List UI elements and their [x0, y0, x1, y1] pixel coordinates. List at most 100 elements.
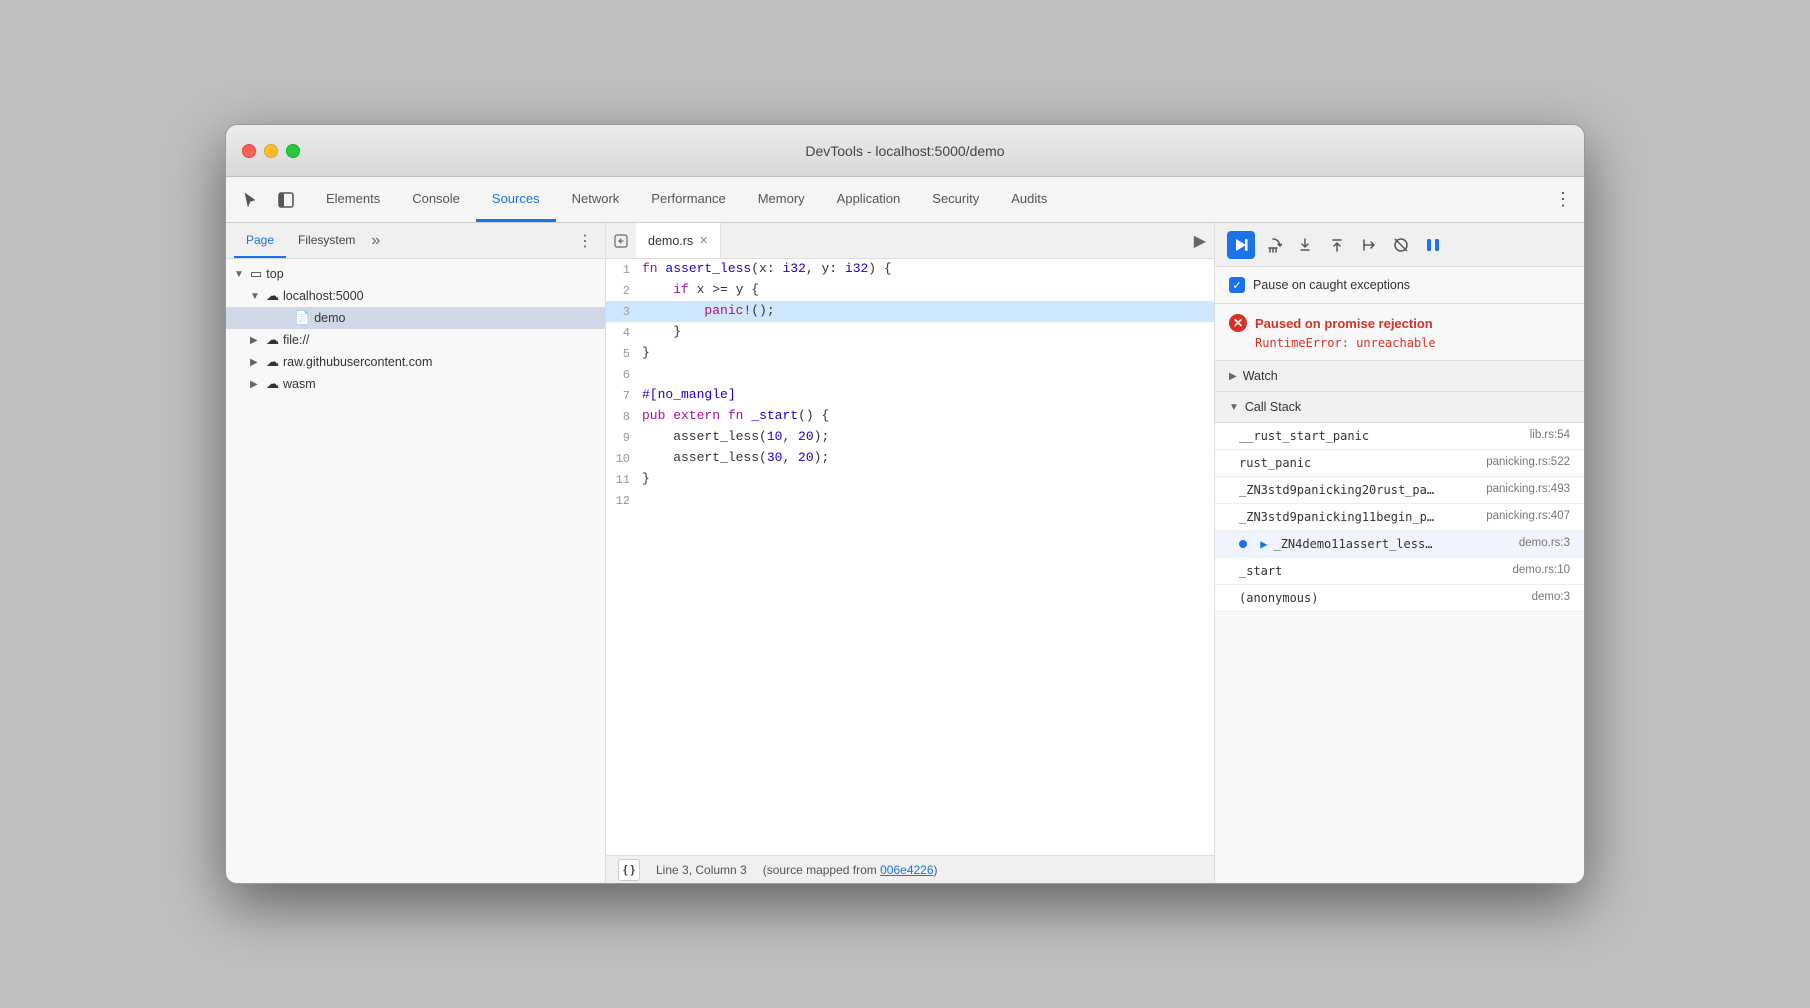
format-button[interactable]: { } — [618, 859, 640, 881]
tab-console[interactable]: Console — [396, 177, 476, 222]
devtools-window: DevTools - localhost:5000/demo Elements … — [225, 124, 1585, 884]
titlebar: DevTools - localhost:5000/demo — [226, 125, 1584, 177]
editor-tabs: demo.rs ✕ ▶ — [606, 223, 1214, 259]
step-out-button[interactable] — [1323, 231, 1351, 259]
more-left-tabs-button[interactable]: » — [371, 232, 380, 250]
file-tree: ▼ ▭ top ▼ ☁ localhost:5000 ▶ 📄 demo — [226, 259, 605, 883]
tree-item-wasm[interactable]: ▶ ☁ wasm — [226, 373, 605, 395]
status-mapped: (source mapped from 006e4226) — [763, 863, 938, 877]
tree-icon-file: ☁ — [266, 332, 279, 348]
resume-button[interactable] — [1227, 231, 1255, 259]
editor-nav-back[interactable] — [606, 234, 636, 248]
tree-arrow-localhost: ▼ — [250, 291, 262, 302]
main-tabbar: Elements Console Sources Network Perform… — [226, 177, 1584, 223]
tree-item-localhost[interactable]: ▼ ☁ localhost:5000 — [226, 285, 605, 307]
tab-page[interactable]: Page — [234, 223, 286, 258]
maximize-button[interactable] — [286, 144, 300, 158]
call-stack-item-5[interactable]: _start demo.rs:10 — [1215, 558, 1584, 585]
call-stack-item-2[interactable]: _ZN3std9panicking20rust_pani... panickin… — [1215, 477, 1584, 504]
status-position: Line 3, Column 3 — [656, 863, 747, 877]
pause-button[interactable] — [1419, 231, 1447, 259]
call-stack-item-1[interactable]: rust_panic panicking.rs:522 — [1215, 450, 1584, 477]
tree-icon-demo: 📄 — [294, 310, 310, 326]
paused-title: ✕ Paused on promise rejection — [1229, 314, 1570, 332]
call-stack-item-4[interactable]: ▶_ZN4demo11assert_less17hc8... demo.rs:3 — [1215, 531, 1584, 558]
deactivate-button[interactable] — [1387, 231, 1415, 259]
tab-audits[interactable]: Audits — [995, 177, 1063, 222]
tree-icon-top: ▭ — [250, 266, 262, 282]
code-line-3: 3 panic!(); — [606, 301, 1214, 322]
code-line-6: 6 — [606, 364, 1214, 385]
tab-memory[interactable]: Memory — [742, 177, 821, 222]
code-line-9: 9 assert_less(10, 20); — [606, 427, 1214, 448]
call-stack-section-header[interactable]: ▼ Call Stack — [1215, 392, 1584, 423]
call-stack-item-6[interactable]: (anonymous) demo:3 — [1215, 585, 1584, 612]
main-area: Page Filesystem » ⋮ ▼ ▭ top ▼ ☁ — [226, 223, 1584, 883]
code-editor[interactable]: 1 fn assert_less(x: i32, y: i32) { 2 if … — [606, 259, 1214, 855]
call-stack-item-3[interactable]: _ZN3std9panicking11begin_pa... panicking… — [1215, 504, 1584, 531]
step-button[interactable] — [1355, 231, 1383, 259]
source-map-link[interactable]: 006e4226 — [880, 863, 933, 877]
tab-filesystem[interactable]: Filesystem — [286, 223, 367, 258]
tree-item-file[interactable]: ▶ ☁ file:// — [226, 329, 605, 351]
tree-arrow-file: ▶ — [250, 335, 262, 346]
devtools-icons — [234, 177, 310, 222]
code-line-7: 7 #[no_mangle] — [606, 385, 1214, 406]
tab-sources[interactable]: Sources — [476, 177, 556, 222]
tree-icon-wasm: ☁ — [266, 376, 279, 392]
tree-arrow-raw: ▶ — [250, 357, 262, 368]
left-panel-actions-button[interactable]: ⋮ — [573, 231, 597, 251]
tree-item-top[interactable]: ▼ ▭ top — [226, 263, 605, 285]
center-panel: demo.rs ✕ ▶ 1 fn assert_less(x: i32, y: … — [606, 223, 1214, 883]
window-title: DevTools - localhost:5000/demo — [805, 143, 1004, 159]
right-panel: ✓ Pause on caught exceptions ✕ Paused on… — [1214, 223, 1584, 883]
window-controls — [242, 144, 300, 158]
watch-arrow-icon: ▶ — [1229, 371, 1237, 382]
watch-section-header[interactable]: ▶ Watch — [1215, 361, 1584, 392]
tree-item-raw[interactable]: ▶ ☁ raw.githubusercontent.com — [226, 351, 605, 373]
pause-caught-label: Pause on caught exceptions — [1253, 278, 1410, 292]
code-line-11: 11 } — [606, 469, 1214, 490]
paused-title-text: Paused on promise rejection — [1255, 316, 1433, 331]
tab-performance[interactable]: Performance — [635, 177, 741, 222]
debugger-toolbar — [1215, 223, 1584, 267]
tab-elements[interactable]: Elements — [310, 177, 396, 222]
cursor-icon[interactable] — [234, 184, 266, 216]
tab-security[interactable]: Security — [916, 177, 995, 222]
code-line-5: 5 } — [606, 343, 1214, 364]
step-into-button[interactable] — [1291, 231, 1319, 259]
tree-arrow-demo: ▶ — [278, 313, 290, 324]
close-button[interactable] — [242, 144, 256, 158]
code-line-8: 8 pub extern fn _start() { — [606, 406, 1214, 427]
tab-list: Elements Console Sources Network Perform… — [310, 177, 1542, 222]
code-line-1: 1 fn assert_less(x: i32, y: i32) { — [606, 259, 1214, 280]
debugger-content: ✓ Pause on caught exceptions ✕ Paused on… — [1215, 267, 1584, 883]
tree-icon-localhost: ☁ — [266, 288, 279, 304]
minimize-button[interactable] — [264, 144, 278, 158]
tab-network[interactable]: Network — [556, 177, 636, 222]
editor-tab-close-btn[interactable]: ✕ — [699, 234, 708, 247]
watch-section-title: Watch — [1243, 369, 1278, 383]
dock-icon[interactable] — [270, 184, 302, 216]
editor-tab-actions[interactable]: ▶ — [1186, 231, 1214, 251]
tab-application[interactable]: Application — [821, 177, 917, 222]
pause-caught-checkbox[interactable]: ✓ — [1229, 277, 1245, 293]
code-line-12: 12 — [606, 490, 1214, 511]
tree-arrow-top: ▼ — [234, 269, 246, 280]
more-tabs-button[interactable]: ⋮ — [1542, 177, 1584, 222]
call-stack-list: __rust_start_panic lib.rs:54 rust_panic … — [1215, 423, 1584, 612]
tree-arrow-wasm: ▶ — [250, 379, 262, 390]
call-stack-arrow-icon: ▼ — [1229, 402, 1239, 413]
code-line-2: 2 if x >= y { — [606, 280, 1214, 301]
left-panel: Page Filesystem » ⋮ ▼ ▭ top ▼ ☁ — [226, 223, 606, 883]
current-frame-arrow: ▶ — [1260, 537, 1267, 551]
tree-item-demo[interactable]: ▶ 📄 demo — [226, 307, 605, 329]
code-line-10: 10 assert_less(30, 20); — [606, 448, 1214, 469]
call-stack-section-title: Call Stack — [1245, 400, 1301, 414]
call-stack-item-0[interactable]: __rust_start_panic lib.rs:54 — [1215, 423, 1584, 450]
step-over-button[interactable] — [1259, 231, 1287, 259]
paused-subtitle: RuntimeError: unreachable — [1229, 336, 1570, 350]
code-line-4: 4 } — [606, 322, 1214, 343]
editor-tab-demo[interactable]: demo.rs ✕ — [636, 223, 721, 258]
left-panel-tabs: Page Filesystem » ⋮ — [226, 223, 605, 259]
